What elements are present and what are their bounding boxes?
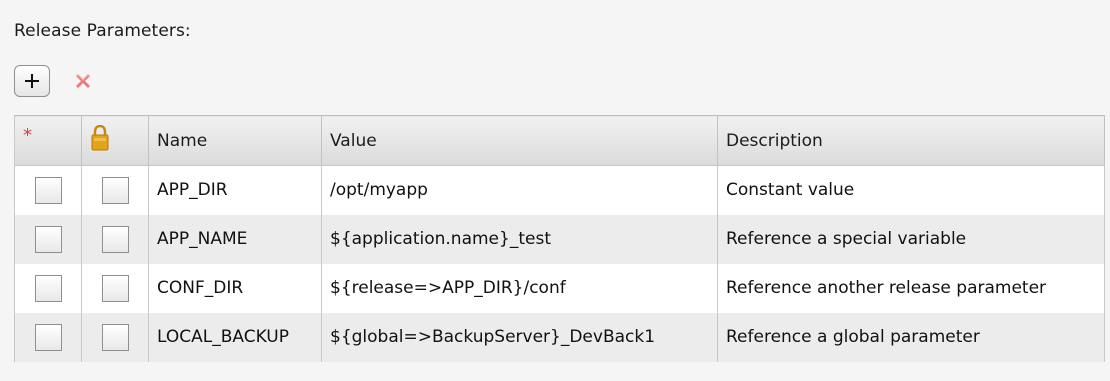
table-header-row: * Name Value Description xyxy=(14,115,1105,166)
remove-icon xyxy=(76,74,90,88)
release-parameters-panel: Release Parameters: * Name Value Descrip… xyxy=(0,0,1110,381)
parameter-name-cell[interactable]: CONF_DIR xyxy=(148,263,322,313)
required-cell xyxy=(14,312,82,362)
parameter-name-cell[interactable]: APP_NAME xyxy=(148,214,322,264)
locked-cell xyxy=(81,214,149,264)
add-parameter-button[interactable] xyxy=(14,65,50,97)
locked-checkbox[interactable] xyxy=(101,225,129,253)
parameter-description-cell[interactable]: Reference a special variable xyxy=(717,214,1105,264)
required-column-header[interactable]: * xyxy=(14,115,82,166)
parameter-name-cell[interactable]: LOCAL_BACKUP xyxy=(148,312,322,362)
parameter-description-cell[interactable]: Reference a global parameter xyxy=(717,312,1105,362)
locked-checkbox[interactable] xyxy=(101,274,129,302)
table-row[interactable]: CONF_DIR ${release=>APP_DIR}/conf Refere… xyxy=(14,263,1105,313)
lock-icon xyxy=(91,125,109,151)
name-column-header[interactable]: Name xyxy=(148,115,322,166)
required-cell xyxy=(14,165,82,215)
required-checkbox[interactable] xyxy=(34,274,62,302)
release-parameters-table: * Name Value Description APP_DIR /opt/my… xyxy=(14,115,1105,362)
required-cell xyxy=(14,214,82,264)
value-column-header[interactable]: Value xyxy=(321,115,718,166)
locked-cell xyxy=(81,312,149,362)
locked-cell xyxy=(81,165,149,215)
parameter-description-cell[interactable]: Reference another release parameter xyxy=(717,263,1105,313)
parameter-name-cell[interactable]: APP_DIR xyxy=(148,165,322,215)
table-row[interactable]: APP_NAME ${application.name}_test Refere… xyxy=(14,214,1105,264)
release-parameters-title: Release Parameters: xyxy=(14,21,191,41)
parameters-toolbar xyxy=(14,64,100,98)
table-row[interactable]: LOCAL_BACKUP ${global=>BackupServer}_Dev… xyxy=(14,312,1105,362)
locked-checkbox[interactable] xyxy=(101,323,129,351)
parameter-description-cell[interactable]: Constant value xyxy=(717,165,1105,215)
required-checkbox[interactable] xyxy=(34,323,62,351)
required-cell xyxy=(14,263,82,313)
parameter-value-cell[interactable]: ${application.name}_test xyxy=(321,214,718,264)
required-checkbox[interactable] xyxy=(34,225,62,253)
parameter-value-cell[interactable]: /opt/myapp xyxy=(321,165,718,215)
parameter-value-cell[interactable]: ${release=>APP_DIR}/conf xyxy=(321,263,718,313)
plus-icon xyxy=(25,74,39,88)
locked-cell xyxy=(81,263,149,313)
description-column-header[interactable]: Description xyxy=(717,115,1105,166)
locked-column-header[interactable] xyxy=(81,115,149,166)
locked-checkbox[interactable] xyxy=(101,176,129,204)
parameter-value-cell[interactable]: ${global=>BackupServer}_DevBack1 xyxy=(321,312,718,362)
required-checkbox[interactable] xyxy=(34,176,62,204)
remove-parameter-button[interactable] xyxy=(66,65,100,97)
required-asterisk-icon: * xyxy=(23,124,32,146)
table-row[interactable]: APP_DIR /opt/myapp Constant value xyxy=(14,165,1105,215)
